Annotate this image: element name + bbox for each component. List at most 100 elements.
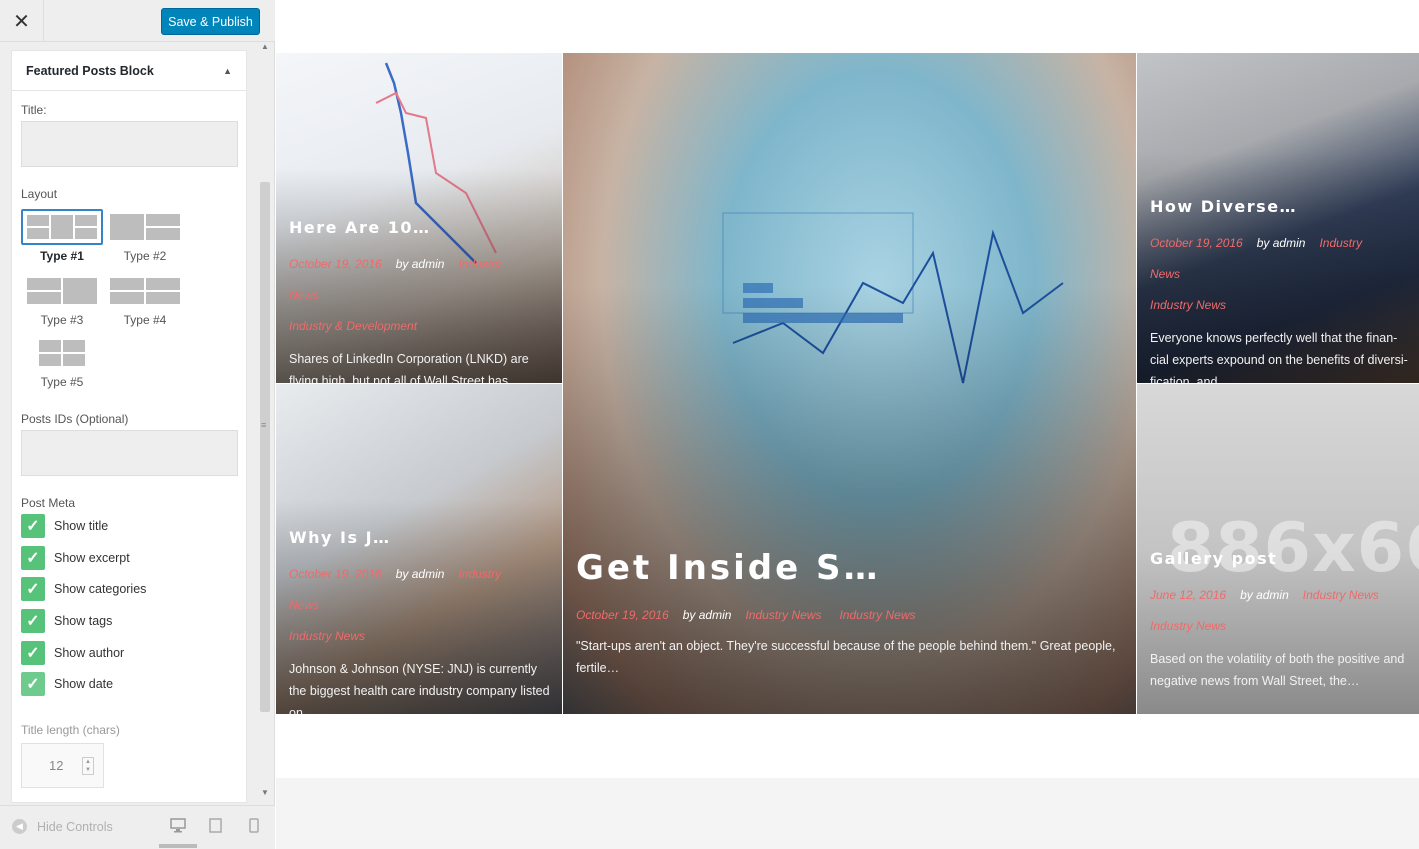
layout-type-4[interactable]: Type #4 (104, 273, 186, 327)
post-author[interactable]: by admin (396, 257, 445, 271)
post-title-5[interactable]: Gallery post (1150, 549, 1409, 568)
customizer-sidebar: ✕ Save & Publish Featured Posts Block ▲ … (0, 0, 275, 849)
title-input[interactable] (21, 121, 238, 167)
show-date-checkbox-row[interactable]: ✓ Show date (21, 672, 113, 696)
layout-type-3-label: Type #3 (40, 313, 84, 327)
checkbox-checked-icon[interactable]: ✓ (21, 609, 45, 633)
post-author[interactable]: by admin (1240, 588, 1289, 602)
post-card-2[interactable]: Get Inside S… October 19, 2016 by admin In… (563, 53, 1136, 714)
layout-type-1-thumbnail (21, 209, 103, 245)
post-meta-4: October 19, 2016 by admin Industry News In… (289, 559, 552, 652)
close-icon[interactable]: ✕ (0, 0, 44, 42)
checkbox-checked-icon[interactable]: ✓ (21, 672, 45, 696)
checkbox-checked-icon[interactable]: ✓ (21, 546, 45, 570)
post-author[interactable]: by admin (396, 567, 445, 581)
post-excerpt-3: Everyone knows perfectly well that the f… (1150, 331, 1408, 383)
post-card-4[interactable]: Why Is J… October 19, 2016 by admin Indust… (276, 384, 562, 714)
title-label: Title: (21, 103, 47, 117)
hide-controls-label: Hide Controls (37, 819, 113, 834)
show-title-checkbox-row[interactable]: ✓ Show title (21, 514, 108, 538)
post-title-3[interactable]: How Diverse… (1150, 197, 1409, 216)
layout-type-1-label: Type #1 (40, 249, 84, 263)
post-title-2[interactable]: Get Inside S… (576, 548, 1126, 588)
post-author[interactable]: by admin (683, 608, 732, 622)
title-length-stepper[interactable]: 12 ▲ ▼ (21, 743, 104, 788)
scrollbar-grip-icon: ≡ (261, 420, 267, 430)
checkbox-checked-icon[interactable]: ✓ (21, 577, 45, 601)
post-card-5[interactable]: 886x668 Gallery post June 12, 2016by adm… (1137, 384, 1419, 714)
post-title-1[interactable]: Here Are 10… (289, 218, 552, 237)
post-excerpt-5: Based on the volatility of both the posi… (1150, 652, 1405, 688)
post-title-4[interactable]: Why Is J… (289, 528, 552, 547)
site-preview: Here Are 10… October 19, 2016 by admin Ind… (276, 0, 1419, 849)
post-ids-input[interactable] (21, 430, 238, 476)
collapse-arrow-icon[interactable]: ▲ (223, 66, 232, 76)
panel-scrollbar[interactable]: ▲ ≡ ▼ (258, 42, 273, 804)
show-date-label: Show date (54, 677, 114, 691)
scrollbar-thumb[interactable] (260, 182, 270, 712)
featured-posts-grid: Here Are 10… October 19, 2016 by admin Ind… (276, 53, 1419, 714)
scroll-down-icon[interactable]: ▼ (261, 788, 269, 797)
show-categories-label: Show categories (54, 582, 147, 596)
layout-type-1[interactable]: Type #1 (21, 209, 103, 263)
post-content-2: Get Inside S… October 19, 2016 by admin In… (576, 548, 1126, 679)
panel-title: Featured Posts Block (26, 63, 154, 78)
mobile-icon[interactable] (249, 818, 259, 836)
show-categories-checkbox-row[interactable]: ✓ Show categories (21, 577, 146, 601)
save-publish-button[interactable]: Save & Publish (161, 8, 260, 35)
post-card-3[interactable]: How Diverse… October 19, 2016 by admin Ind… (1137, 53, 1419, 383)
post-content-1: Here Are 10… October 19, 2016 by admin Ind… (289, 218, 552, 383)
post-date[interactable]: October 19, 2016 (289, 567, 382, 581)
post-date[interactable]: June 12, 2016 (1150, 588, 1226, 602)
post-date[interactable]: October 19, 2016 (576, 608, 669, 622)
layout-type-4-label: Type #4 (123, 313, 167, 327)
post-category[interactable]: Industry News (1150, 619, 1226, 633)
layout-type-3-thumbnail (21, 273, 103, 309)
post-content-3: How Diverse… October 19, 2016 by admin Ind… (1150, 197, 1409, 383)
show-author-checkbox-row[interactable]: ✓ Show author (21, 641, 124, 665)
post-date[interactable]: October 19, 2016 (1150, 236, 1243, 250)
post-category[interactable]: Industry & Development (289, 319, 417, 333)
post-category[interactable]: Industry News (745, 608, 821, 622)
post-meta-1: October 19, 2016 by admin Industry News In… (289, 249, 552, 342)
collapse-circle-icon: ◀ (12, 819, 27, 834)
show-author-label: Show author (54, 646, 125, 660)
post-author[interactable]: by admin (1257, 236, 1306, 250)
post-card-1[interactable]: Here Are 10… October 19, 2016 by admin Ind… (276, 53, 562, 383)
title-length-value: 12 (49, 758, 64, 773)
layout-type-5-label: Type #5 (40, 375, 84, 389)
stepper-arrows-icon[interactable]: ▲ ▼ (82, 757, 94, 775)
post-meta-label: Post Meta (21, 496, 76, 510)
desktop-icon[interactable] (170, 818, 186, 836)
post-category[interactable]: Industry News (1303, 588, 1379, 602)
layout-type-5[interactable]: Type #5 (21, 335, 103, 389)
post-category[interactable]: Industry News (1150, 298, 1226, 312)
show-tags-checkbox-row[interactable]: ✓ Show tags (21, 609, 112, 633)
post-ids-label: Posts IDs (Optional) (21, 412, 129, 426)
scroll-up-icon[interactable]: ▲ (261, 42, 269, 51)
checkbox-checked-icon[interactable]: ✓ (21, 641, 45, 665)
layout-type-5-thumbnail (21, 335, 103, 371)
title-length-label: Title length (chars) (21, 723, 120, 737)
post-meta-5: June 12, 2016 by admin Industry News Indus… (1150, 580, 1409, 642)
preview-lower-section (276, 778, 1419, 849)
tablet-icon[interactable] (209, 818, 222, 836)
layout-type-2-label: Type #2 (123, 249, 167, 263)
show-excerpt-checkbox-row[interactable]: ✓ Show excerpt (21, 546, 130, 570)
post-meta-2: October 19, 2016 by admin Industry News Ind… (576, 600, 1126, 631)
layout-type-3[interactable]: Type #3 (21, 273, 103, 327)
post-excerpt-2: "Start-ups aren't an object. They're suc… (576, 639, 1116, 675)
post-category[interactable]: Industry News (289, 629, 365, 643)
checkbox-checked-icon[interactable]: ✓ (21, 514, 45, 538)
customizer-header: ✕ Save & Publish (0, 0, 275, 42)
active-device-indicator (159, 844, 197, 848)
show-tags-label: Show tags (54, 614, 113, 628)
customizer-footer: ◀ Hide Controls (0, 805, 275, 849)
post-category[interactable]: Industry News (839, 608, 915, 622)
panel-header[interactable]: Featured Posts Block ▲ (12, 51, 246, 91)
layout-label: Layout (21, 187, 58, 201)
layout-type-2[interactable]: Type #2 (104, 209, 186, 263)
show-excerpt-label: Show excerpt (54, 551, 130, 565)
post-date[interactable]: October 19, 2016 (289, 257, 382, 271)
hide-controls-button[interactable]: ◀ Hide Controls (12, 819, 113, 834)
